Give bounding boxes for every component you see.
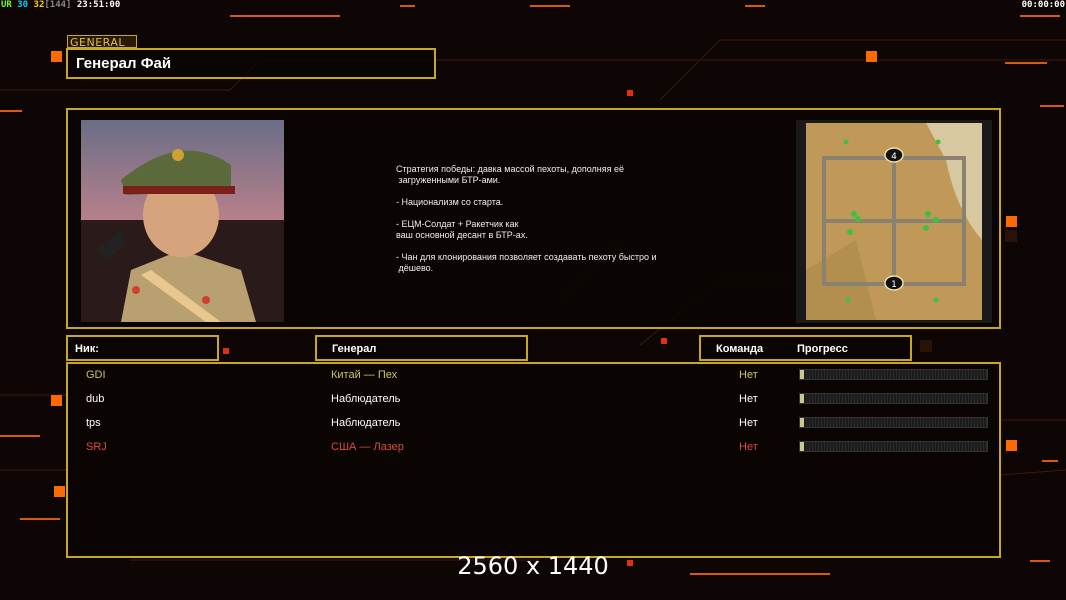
hud-value-1: 30 (17, 0, 29, 10)
player-row[interactable]: SRJ США — Лазер Нет (68, 437, 999, 459)
player-row[interactable]: tps Наблюдатель Нет (68, 413, 999, 435)
player-team[interactable]: Нет (739, 417, 758, 429)
header-team-label: Команда (716, 343, 764, 355)
hud-clock-left: 23:51:00 (76, 0, 121, 10)
map-marker-4: 4 (891, 152, 897, 162)
header-nick: Ник: (66, 335, 219, 361)
player-general[interactable]: Наблюдатель (331, 417, 400, 429)
progress-bar (799, 393, 988, 404)
header-team-progress: Команда Прогресс (699, 335, 912, 361)
description-line: - ЕЦМ-Солдат + Ракетчик как (396, 219, 519, 229)
hud-bracket: [144] (44, 0, 72, 10)
description-line (396, 241, 706, 252)
player-nick: tps (86, 417, 101, 429)
description-line: загруженными БТР-ами. (396, 175, 501, 185)
player-general[interactable]: Китай — Пех (331, 369, 397, 381)
player-general[interactable]: США — Лазер (331, 441, 404, 453)
header-nick-label: Ник: (75, 343, 99, 355)
progress-fill (800, 394, 804, 403)
player-general[interactable]: Наблюдатель (331, 393, 400, 405)
player-team[interactable]: Нет (739, 441, 758, 453)
general-title: Генерал Фай (76, 55, 172, 72)
player-row[interactable]: GDI Китай — Пех Нет (68, 365, 999, 387)
resolution-label: 2560 x 1440 (457, 552, 609, 580)
title-frame: Генерал Фай (66, 48, 436, 79)
general-portrait (81, 120, 284, 322)
general-description: Стратегия победы: давка массой пехоты, д… (396, 164, 706, 274)
player-row[interactable]: dub Наблюдатель Нет (68, 389, 999, 411)
header-general: Генерал (315, 335, 528, 361)
progress-bar (799, 441, 988, 452)
header-general-label: Генерал (332, 343, 377, 355)
players-table: GDI Китай — Пех Нет dub Наблюдатель Нет tps Наб… (66, 362, 1001, 558)
description-line: дёшево. (396, 263, 434, 273)
player-nick: SRJ (86, 441, 107, 453)
player-nick: dub (86, 393, 105, 405)
progress-fill (800, 442, 804, 451)
hud-value-2: 32 (33, 0, 45, 10)
progress-bar (799, 417, 988, 428)
progress-fill (800, 418, 804, 427)
header-progress-label: Прогресс (797, 343, 848, 355)
hud-ur-label: UR (1, 0, 12, 10)
fps-counter: UR 30 32[144] 23:51:00 (1, 0, 120, 10)
progress-fill (800, 370, 804, 379)
hud-right: 00:00:00 (1022, 0, 1065, 10)
player-nick: GDI (86, 369, 106, 381)
description-line: - Национализм со старта. (396, 197, 504, 207)
description-line (396, 186, 706, 197)
description-line: Стратегия победы: давка массой пехоты, д… (396, 164, 625, 174)
hud-clock-right: 00:00:00 (1021, 0, 1065, 10)
progress-bar (799, 369, 988, 380)
description-line: ваш основной десант в БТР-ах. (396, 230, 528, 240)
map-marker-1: 1 (891, 280, 897, 290)
player-team[interactable]: Нет (739, 393, 758, 405)
player-team[interactable]: Нет (739, 369, 758, 381)
general-tag: GENERAL (67, 35, 137, 49)
description-line: - Чан для клонирования позволяет создава… (396, 252, 657, 262)
general-info-panel: Стратегия победы: давка массой пехоты, д… (66, 108, 1001, 329)
description-line (396, 208, 706, 219)
map-preview[interactable]: 4 1 (796, 120, 992, 323)
